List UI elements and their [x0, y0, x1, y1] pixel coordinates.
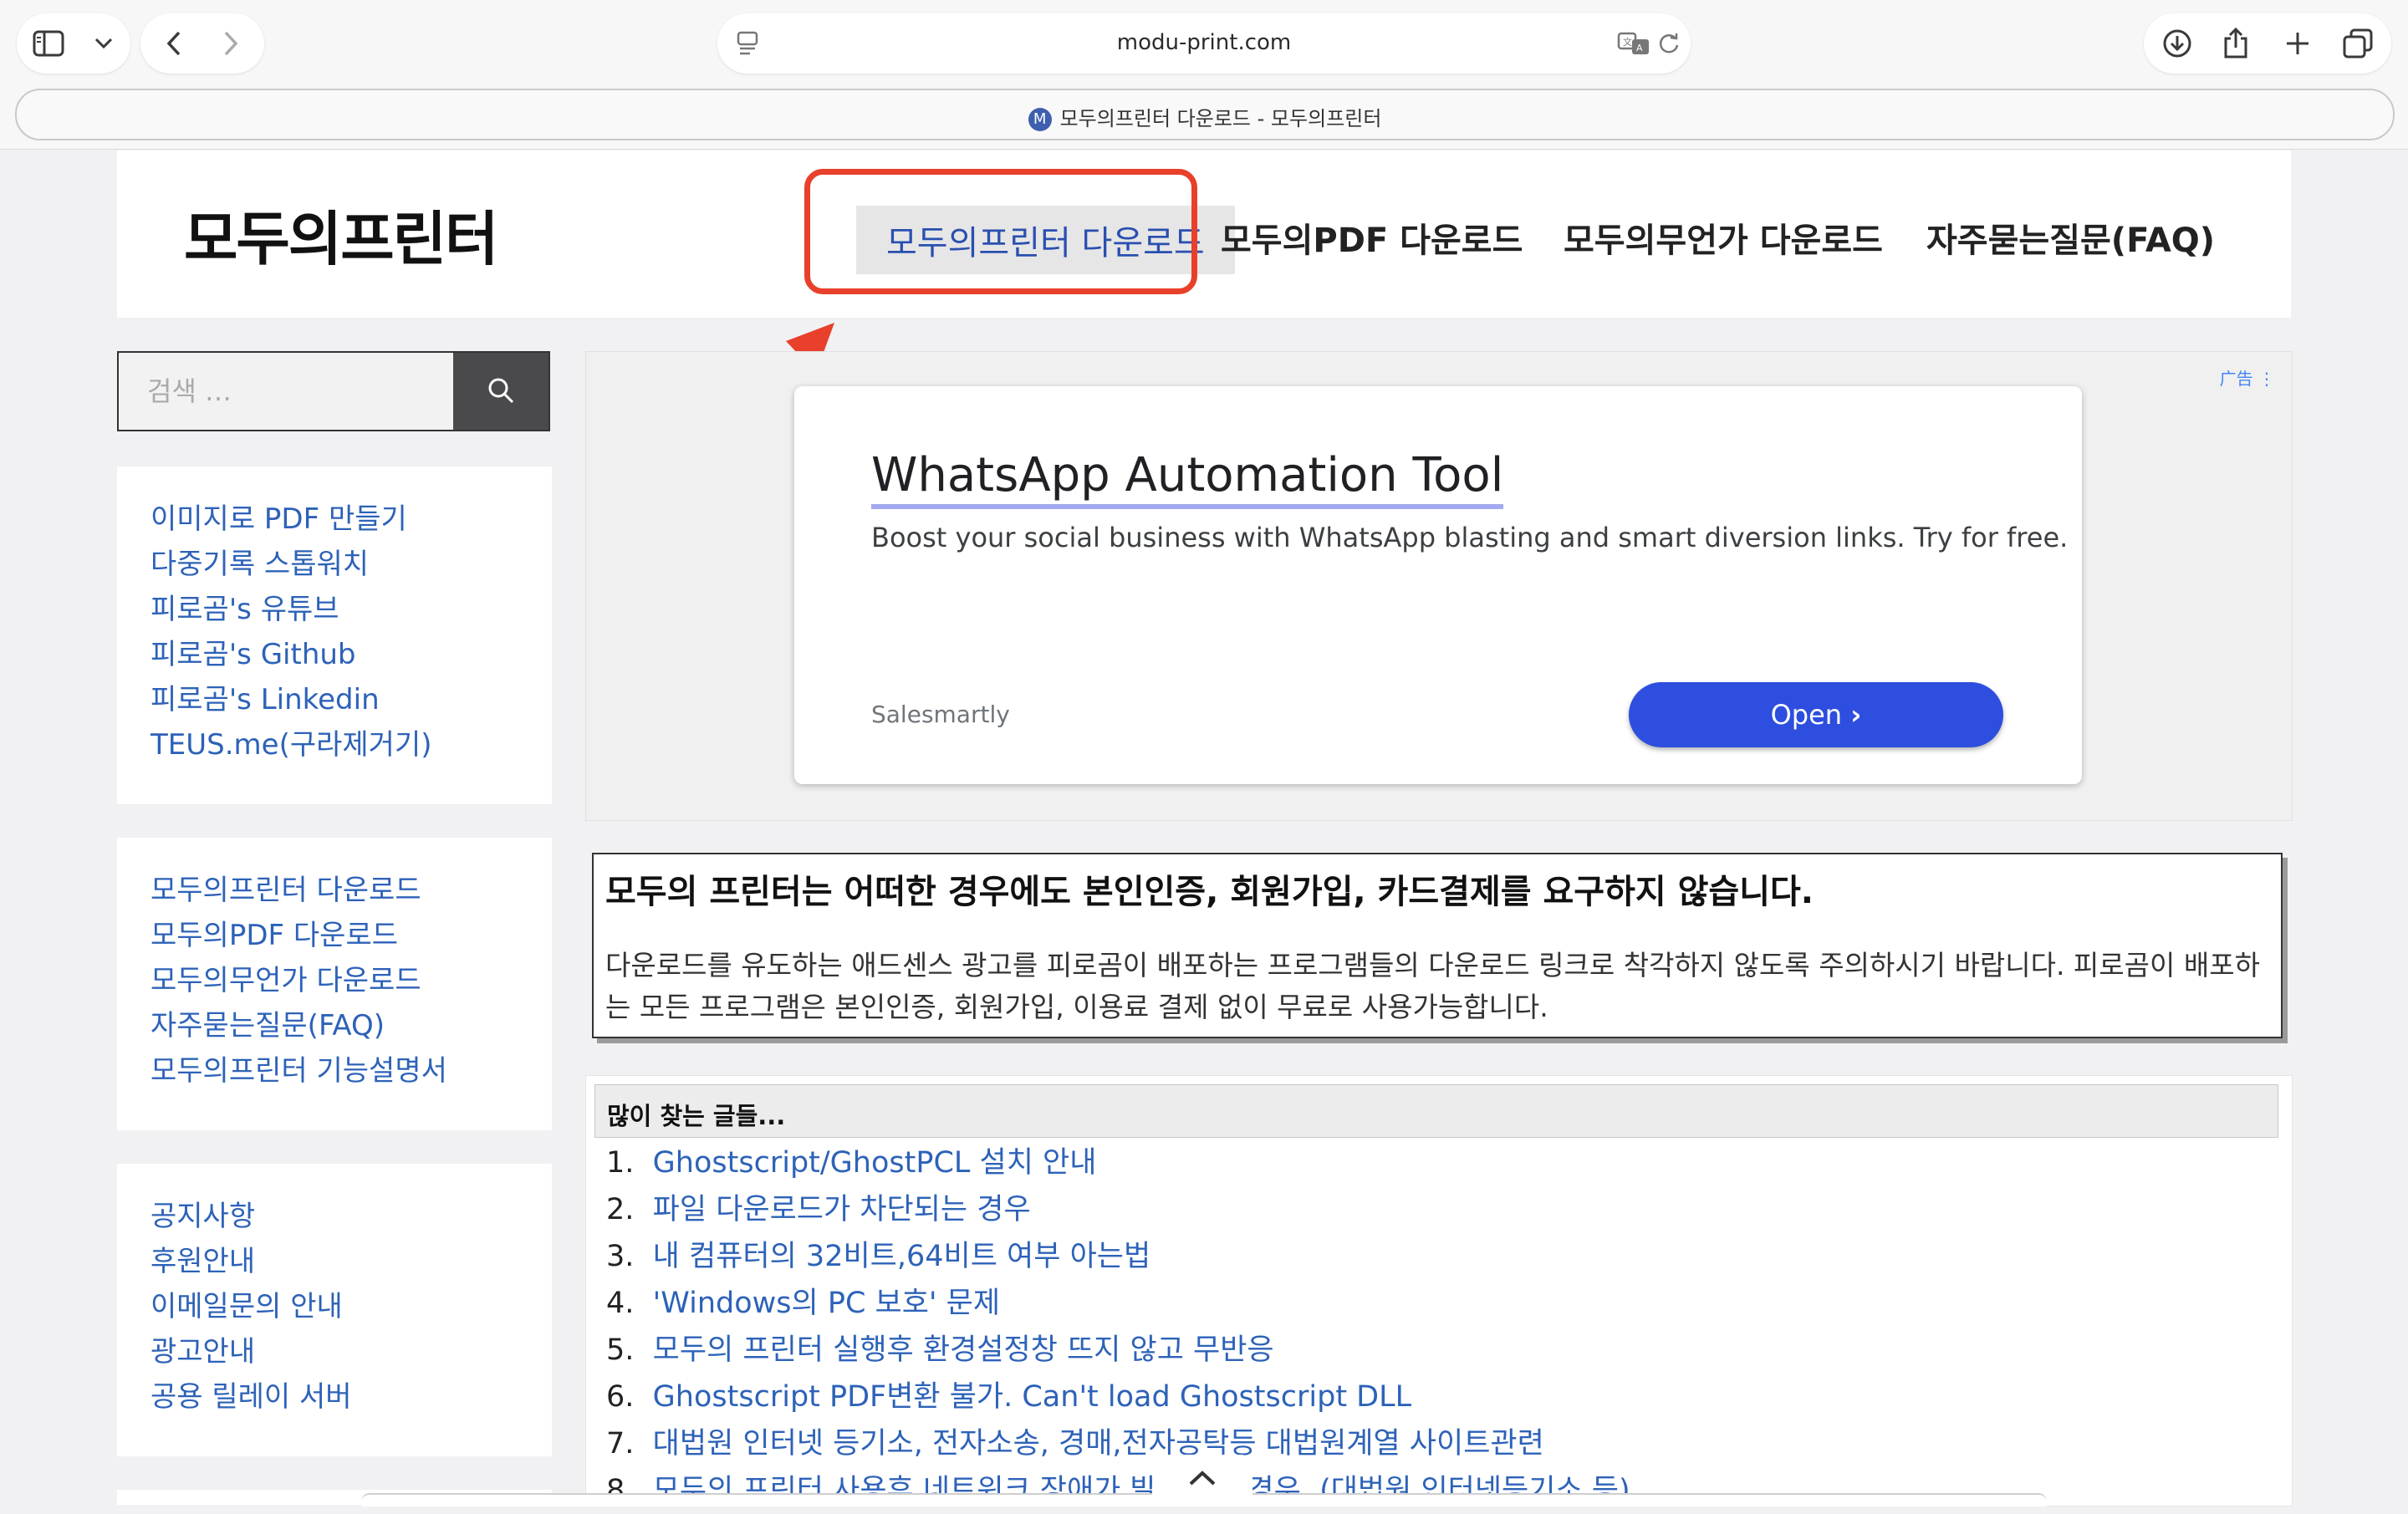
ad-advertiser: Salesmartly	[871, 701, 1010, 728]
sidebar-link[interactable]: 모두의PDF 다운로드	[150, 913, 552, 958]
tab-title: 모두의프린터 다운로드 - 모두의프린터	[1059, 107, 1382, 130]
search-button[interactable]	[453, 353, 548, 430]
forward-icon[interactable]	[216, 28, 246, 59]
more-options-icon: ⋮	[2258, 369, 2275, 389]
popular-posts: 많이 찾는 글들... 1. Ghostscript/GhostPCL 설치 안…	[585, 1075, 2293, 1507]
ad-badge[interactable]: 广告 ⋮	[2220, 365, 2275, 390]
sidebar-link[interactable]: 다중기록 스톱워치	[150, 542, 552, 587]
ad-title[interactable]: WhatsApp Automation Tool	[871, 448, 1504, 509]
list-item: 3. 내 컴퓨터의 32비트,64비트 여부 아는법	[606, 1233, 1630, 1280]
post-link[interactable]: Ghostscript/GhostPCL 설치 안내	[653, 1146, 1097, 1180]
post-link[interactable]: 대법원 인터넷 등기소, 전자소송, 경매,전자공탁등 대법원계열 사이트관련	[653, 1427, 1544, 1460]
favicon-icon: M	[1028, 108, 1052, 131]
search-form	[117, 351, 550, 431]
tab-label: M 모두의프린터 다운로드 - 모두의프린터	[17, 102, 2393, 131]
sidebar-icon	[32, 28, 65, 59]
list-item: 6. Ghostscript PDF변환 불가. Can't load Ghos…	[606, 1374, 1630, 1420]
chevron-down-icon[interactable]	[87, 30, 120, 57]
sidebar-toggle-button[interactable]	[17, 13, 130, 74]
post-link[interactable]: 모두의 프린터 실행후 환경설정창 뜨지 않고 무반응	[653, 1333, 1274, 1367]
highlight-box	[804, 169, 1197, 294]
ad-open-button[interactable]: Open ›	[1629, 682, 2003, 747]
search-input[interactable]	[119, 353, 453, 430]
chevron-up-icon	[1188, 1470, 1217, 1490]
list-item: 7. 대법원 인터넷 등기소, 전자소송, 경매,전자공탁등 대법원계열 사이트…	[606, 1420, 1630, 1467]
sidebar-widget-links: 이미지로 PDF 만들기 다중기록 스톱워치 피로곰's 유튜브 피로곰's G…	[117, 466, 552, 804]
notice-body: 다운로드를 유도하는 애드센스 광고를 피로곰이 배포하는 프로그램들의 다운로…	[605, 949, 2260, 1023]
post-link[interactable]: 'Windows의 PC 보호' 문제	[653, 1287, 1000, 1320]
tab-overview-icon[interactable]	[2341, 28, 2375, 59]
list-item: 5. 모두의 프린터 실행후 환경설정창 뜨지 않고 무반응	[606, 1327, 1630, 1374]
svg-text:A: A	[1636, 43, 1643, 54]
popular-heading: 많이 찾는 글들...	[594, 1084, 2278, 1138]
list-number: 2.	[606, 1193, 635, 1226]
post-link[interactable]: 파일 다운로드가 차단되는 경우	[653, 1193, 1031, 1226]
browser-toolbar: modu-print.com 文A M 모두의프린터 다운로드 - 모두의프린터	[0, 0, 2408, 150]
svg-text:文: 文	[1623, 36, 1632, 48]
sidebar-link[interactable]: 공지사항	[150, 1194, 552, 1239]
sidebar-link[interactable]: 피로곰's Linkedin	[150, 677, 552, 722]
search-icon	[487, 378, 515, 407]
ad-badge-label: 广告	[2219, 369, 2253, 389]
download-icon[interactable]	[2161, 28, 2194, 59]
ad-description: Boost your social business with WhatsApp…	[871, 522, 2069, 553]
sidebar-link[interactable]: 자주묻는질문(FAQ)	[150, 1003, 552, 1048]
address-bar[interactable]: modu-print.com 文A	[717, 13, 1691, 74]
popular-list: 1. Ghostscript/GhostPCL 설치 안내 2. 파일 다운로드…	[606, 1139, 1630, 1514]
ad-open-label: Open	[1770, 699, 1843, 731]
sidebar-link[interactable]: 공용 릴레이 서버	[150, 1374, 552, 1420]
new-tab-icon[interactable]	[2281, 28, 2314, 59]
share-icon[interactable]	[2219, 27, 2252, 60]
list-item: 8. 모두의 프린터 사용후 네트워크 장애가 발생하는 경우. (대법원 인터…	[606, 1467, 1630, 1514]
sidebar-link[interactable]: TEUS.me(구라제거기)	[150, 722, 552, 767]
notice-title: 모두의 프린터는 어떠한 경우에도 본인인증, 회원가입, 카드결제를 요구하지…	[605, 873, 1814, 911]
scroll-up-button[interactable]	[1152, 1455, 1252, 1505]
list-number: 1.	[606, 1146, 635, 1180]
reload-icon[interactable]	[1654, 28, 1684, 59]
list-item: 2. 파일 다운로드가 차단되는 경우	[606, 1186, 1630, 1233]
list-number: 3.	[606, 1240, 635, 1273]
translate-icon[interactable]: 文A	[1615, 28, 1652, 59]
back-icon[interactable]	[159, 28, 189, 59]
active-tab[interactable]: M 모두의프린터 다운로드 - 모두의프린터	[15, 89, 2395, 140]
nav-faq[interactable]: 자주묻는질문(FAQ)	[1926, 213, 2215, 262]
sidebar-widget-downloads: 모두의프린터 다운로드 모두의PDF 다운로드 모두의무언가 다운로드 자주묻는…	[117, 838, 552, 1130]
sidebar-widget-info: 공지사항 후원안내 이메일문의 안내 광고안내 공용 릴레이 서버	[117, 1164, 552, 1456]
list-item: 4. 'Windows의 PC 보호' 문제	[606, 1280, 1630, 1327]
site-header: 모두의프린터 모두의프린터 다운로드 모두의PDF 다운로드 모두의무언가 다운…	[117, 150, 2291, 318]
url-text: modu-print.com	[1116, 30, 1292, 55]
list-number: 7.	[606, 1427, 635, 1460]
sidebar-link[interactable]: 모두의프린터 다운로드	[150, 868, 552, 913]
sidebar-link[interactable]: 이메일문의 안내	[150, 1284, 552, 1329]
list-number: 6.	[606, 1380, 635, 1414]
post-link[interactable]: Ghostscript PDF변환 불가. Can't load Ghostsc…	[653, 1380, 1411, 1414]
sidebar-link[interactable]: 피로곰's Github	[150, 632, 552, 677]
list-item: 1. Ghostscript/GhostPCL 설치 안내	[606, 1139, 1630, 1186]
list-number: 4.	[606, 1287, 635, 1320]
sidebar-link[interactable]: 이미지로 PDF 만들기	[150, 497, 552, 542]
notice-box: 모두의 프린터는 어떠한 경우에도 본인인증, 회원가입, 카드결제를 요구하지…	[592, 853, 2283, 1038]
list-number: 5.	[606, 1333, 635, 1367]
post-link[interactable]: 내 컴퓨터의 32비트,64비트 여부 아는법	[653, 1240, 1151, 1273]
nav-modu-pdf-download[interactable]: 모두의PDF 다운로드	[1221, 213, 1523, 262]
sidebar-link[interactable]: 광고안내	[150, 1329, 552, 1374]
sidebar-link[interactable]: 피로곰's 유튜브	[150, 587, 552, 632]
toolbar-actions	[2144, 13, 2391, 74]
ad-card[interactable]: WhatsApp Automation Tool Boost your soci…	[794, 386, 2082, 784]
chevron-right-icon: ›	[1850, 699, 1862, 731]
sidebar-link[interactable]: 후원안내	[150, 1239, 552, 1284]
sidebar-link[interactable]: 모두의무언가 다운로드	[150, 958, 552, 1003]
nav-modu-something-download[interactable]: 모두의무언가 다운로드	[1564, 213, 1883, 262]
sidebar-link[interactable]: 모두의프린터 기능설명서	[150, 1048, 552, 1093]
history-nav	[140, 13, 264, 74]
site-logo[interactable]: 모두의프린터	[184, 192, 498, 277]
